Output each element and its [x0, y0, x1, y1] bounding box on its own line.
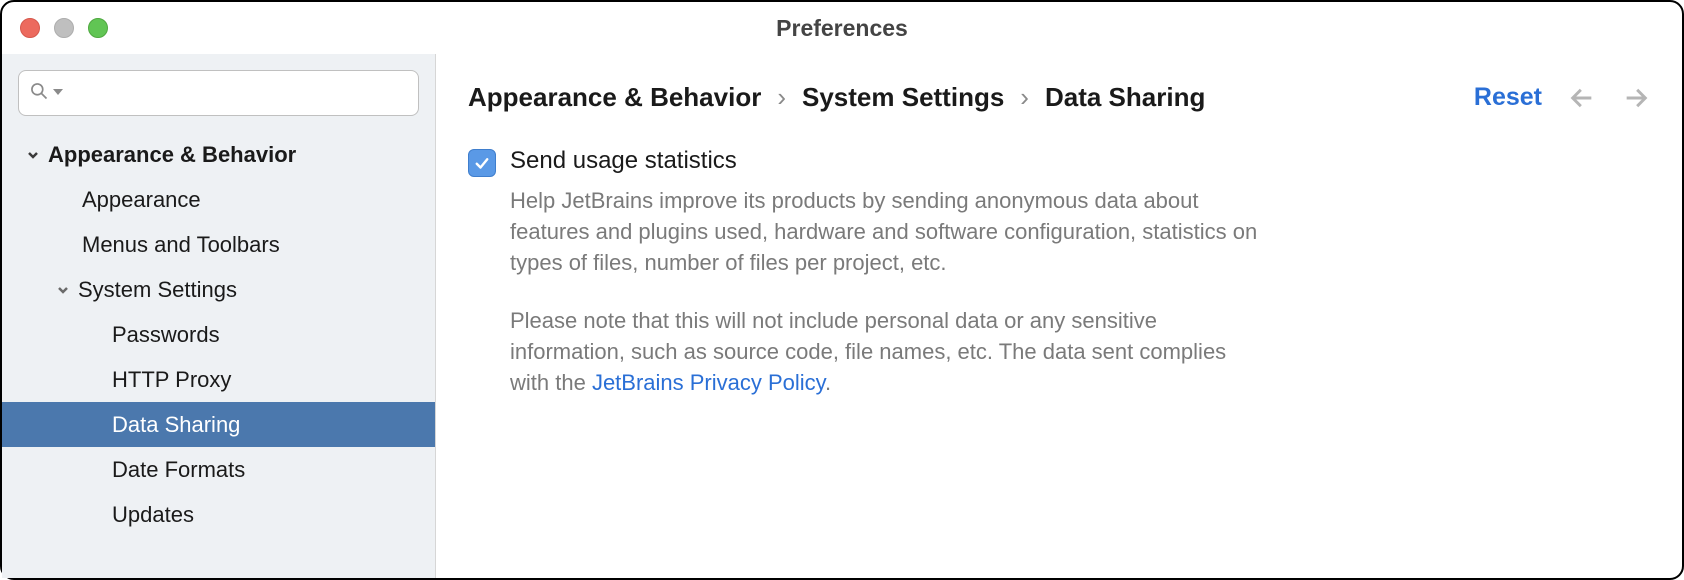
breadcrumb-sep: › [1020, 82, 1029, 113]
setting-title: Send usage statistics [510, 147, 1270, 175]
maximize-button[interactable] [88, 18, 108, 38]
tree-passwords[interactable]: Passwords [2, 312, 435, 357]
settings-tree: Appearance & Behavior Appearance Menus a… [2, 128, 435, 578]
tree-label: Data Sharing [112, 412, 240, 438]
tree-label: System Settings [78, 277, 237, 303]
search-dropdown-icon[interactable] [53, 84, 63, 102]
window-controls [20, 18, 108, 38]
chevron-down-icon [24, 149, 42, 161]
titlebar: Preferences [2, 2, 1682, 54]
tree-label: Date Formats [112, 457, 245, 483]
close-button[interactable] [20, 18, 40, 38]
tree-menus-toolbars[interactable]: Menus and Toolbars [2, 222, 435, 267]
nav-forward-button[interactable] [1622, 84, 1650, 112]
nav-back-button[interactable] [1568, 84, 1596, 112]
setting-desc-p2: Please note that this will not include p… [510, 305, 1270, 399]
breadcrumb-part[interactable]: Appearance & Behavior [468, 82, 761, 113]
privacy-policy-link[interactable]: JetBrains Privacy Policy [592, 370, 825, 395]
breadcrumb-part[interactable]: System Settings [802, 82, 1004, 113]
desc-text: . [825, 370, 831, 395]
tree-appearance-behavior[interactable]: Appearance & Behavior [2, 132, 435, 177]
tree-label: Updates [112, 502, 194, 528]
window-title: Preferences [776, 15, 908, 42]
main-header: Appearance & Behavior › System Settings … [468, 82, 1650, 113]
tree-appearance[interactable]: Appearance [2, 177, 435, 222]
main-panel: Appearance & Behavior › System Settings … [436, 54, 1682, 578]
search-icon [29, 81, 49, 106]
tree-label: Passwords [112, 322, 220, 348]
header-actions: Reset [1474, 83, 1650, 112]
search-input[interactable] [18, 70, 419, 116]
tree-label: Appearance [82, 187, 201, 213]
setting-desc-p1: Help JetBrains improve its products by s… [510, 185, 1270, 279]
tree-system-settings[interactable]: System Settings [2, 267, 435, 312]
tree-updates[interactable]: Updates [2, 492, 435, 537]
tree-label: Appearance & Behavior [48, 142, 296, 168]
breadcrumb: Appearance & Behavior › System Settings … [468, 82, 1205, 113]
minimize-button[interactable] [54, 18, 74, 38]
chevron-down-icon [54, 284, 72, 296]
tree-data-sharing[interactable]: Data Sharing [2, 402, 435, 447]
breadcrumb-part: Data Sharing [1045, 82, 1205, 113]
sidebar: Appearance & Behavior Appearance Menus a… [2, 54, 436, 578]
tree-label: Menus and Toolbars [82, 232, 280, 258]
tree-date-formats[interactable]: Date Formats [2, 447, 435, 492]
reset-button[interactable]: Reset [1474, 83, 1542, 112]
tree-label: HTTP Proxy [112, 367, 231, 393]
setting-description: Help JetBrains improve its products by s… [510, 185, 1270, 398]
breadcrumb-sep: › [777, 82, 786, 113]
send-usage-stats-checkbox[interactable] [468, 149, 496, 177]
tree-http-proxy[interactable]: HTTP Proxy [2, 357, 435, 402]
setting-send-usage-stats: Send usage statistics Help JetBrains imp… [468, 147, 1650, 424]
